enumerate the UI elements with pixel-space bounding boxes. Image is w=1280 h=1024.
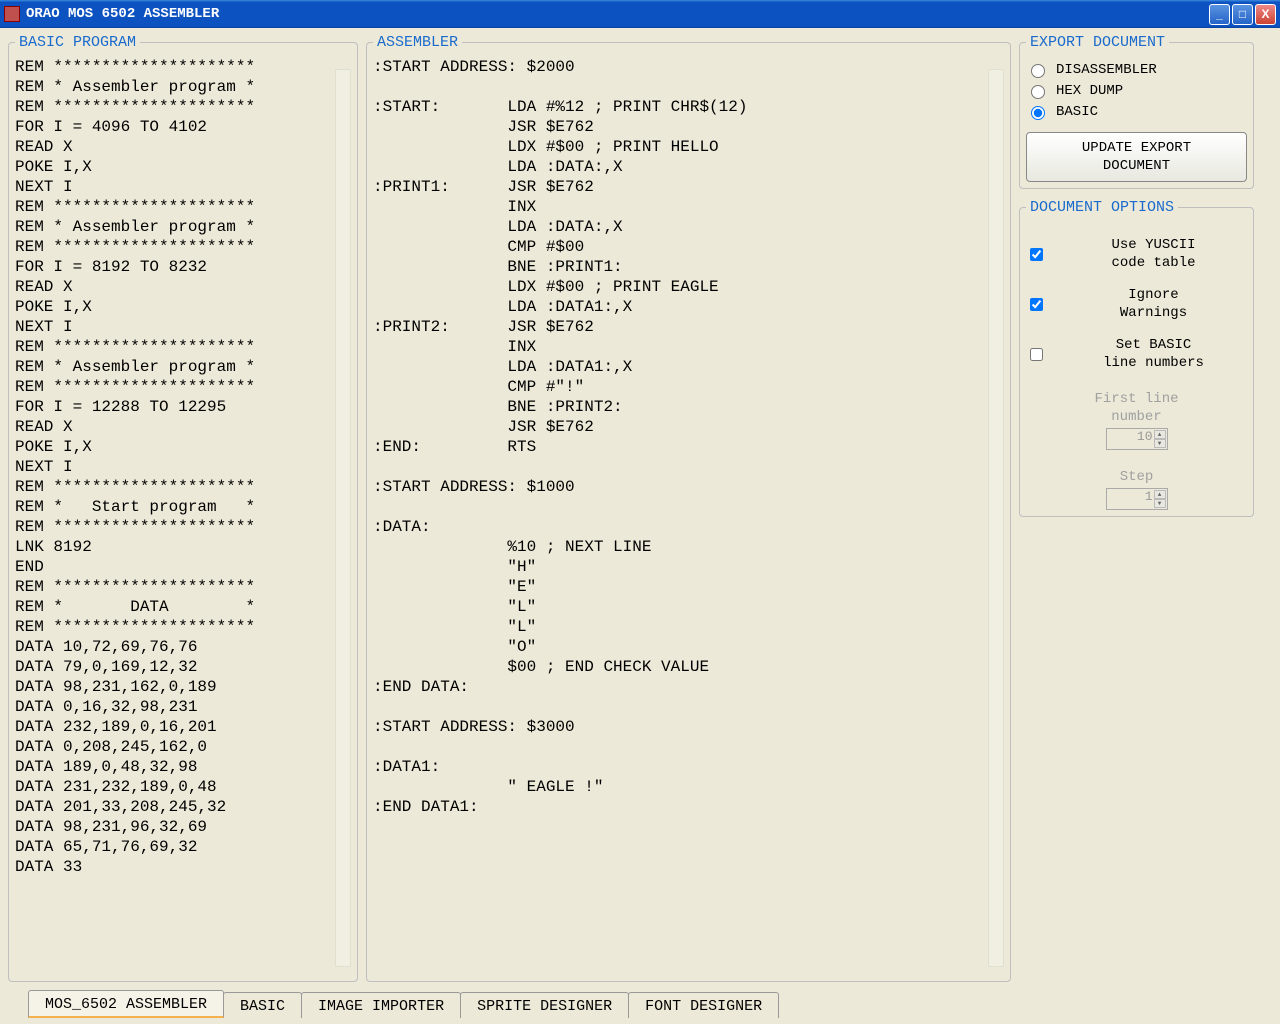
radio-basic-label: BASIC: [1056, 104, 1098, 120]
checkbox-set-line-numbers-label: Set BASICline numbers: [1060, 336, 1247, 372]
radio-hexdump[interactable]: [1031, 85, 1045, 99]
export-disassembler-radio[interactable]: DISASSEMBLER: [1026, 61, 1247, 78]
maximize-button[interactable]: □: [1232, 4, 1253, 25]
workspace: BASIC PROGRAM REM ********************* …: [0, 28, 1280, 986]
checkbox-yuscii-label: Use YUSCIIcode table: [1060, 236, 1247, 272]
tab-assembler[interactable]: MOS_6502 ASSEMBLER: [28, 990, 224, 1018]
tab-sprite-designer[interactable]: SPRITE DESIGNER: [460, 992, 629, 1018]
export-hexdump-radio[interactable]: HEX DUMP: [1026, 82, 1247, 99]
docopt-panel-legend: DOCUMENT OPTIONS: [1026, 199, 1178, 216]
window-title: ORAO MOS 6502 ASSEMBLER: [26, 6, 219, 22]
first-line-value: 10: [1137, 429, 1153, 444]
step-spinner[interactable]: ▲▼: [1154, 490, 1166, 508]
step-value: 1: [1145, 489, 1153, 504]
checkbox-set-line-numbers[interactable]: [1030, 348, 1043, 361]
option-ignore-warnings[interactable]: IgnoreWarnings: [1026, 286, 1247, 322]
tab-bar: MOS_6502 ASSEMBLER BASIC IMAGE IMPORTER …: [0, 986, 1280, 1018]
first-line-input[interactable]: 10 ▲▼: [1106, 428, 1168, 450]
radio-basic[interactable]: [1031, 106, 1045, 120]
close-button[interactable]: X: [1255, 4, 1276, 25]
export-basic-radio[interactable]: BASIC: [1026, 103, 1247, 120]
tab-font-designer[interactable]: FONT DESIGNER: [628, 992, 779, 1018]
basic-program-panel: BASIC PROGRAM REM ********************* …: [8, 34, 358, 982]
update-export-button[interactable]: UPDATE EXPORTDOCUMENT: [1026, 132, 1247, 182]
basic-scrollbar[interactable]: [335, 69, 351, 967]
checkbox-ignore-warnings[interactable]: [1030, 298, 1043, 311]
option-set-line-numbers[interactable]: Set BASICline numbers: [1026, 336, 1247, 372]
assembler-code-listing[interactable]: :START ADDRESS: $2000 :START: LDA #%12 ;…: [373, 57, 1004, 975]
document-options-panel: DOCUMENT OPTIONS Use YUSCIIcode table Ig…: [1019, 199, 1254, 517]
asm-scrollbar[interactable]: [988, 69, 1004, 967]
assembler-panel: ASSEMBLER :START ADDRESS: $2000 :START: …: [366, 34, 1011, 982]
step-label: Step: [1026, 468, 1247, 486]
first-line-label: First linenumber: [1026, 390, 1247, 426]
app-icon: [4, 6, 20, 22]
checkbox-yuscii[interactable]: [1030, 248, 1043, 261]
titlebar: ORAO MOS 6502 ASSEMBLER _ □ X: [0, 0, 1280, 28]
minimize-button[interactable]: _: [1209, 4, 1230, 25]
asm-panel-legend: ASSEMBLER: [373, 34, 462, 51]
step-input[interactable]: 1 ▲▼: [1106, 488, 1168, 510]
radio-disassembler[interactable]: [1031, 64, 1045, 78]
radio-hexdump-label: HEX DUMP: [1056, 83, 1123, 99]
export-panel-legend: EXPORT DOCUMENT: [1026, 34, 1169, 51]
radio-disassembler-label: DISASSEMBLER: [1056, 62, 1157, 78]
checkbox-ignore-warnings-label: IgnoreWarnings: [1060, 286, 1247, 322]
first-line-spinner[interactable]: ▲▼: [1154, 430, 1166, 448]
tab-image-importer[interactable]: IMAGE IMPORTER: [301, 992, 461, 1018]
option-yuscii[interactable]: Use YUSCIIcode table: [1026, 236, 1247, 272]
tab-basic[interactable]: BASIC: [223, 992, 302, 1018]
basic-panel-legend: BASIC PROGRAM: [15, 34, 140, 51]
export-document-panel: EXPORT DOCUMENT DISASSEMBLER HEX DUMP BA…: [1019, 34, 1254, 189]
basic-code-listing[interactable]: REM ********************* REM * Assemble…: [15, 57, 351, 975]
